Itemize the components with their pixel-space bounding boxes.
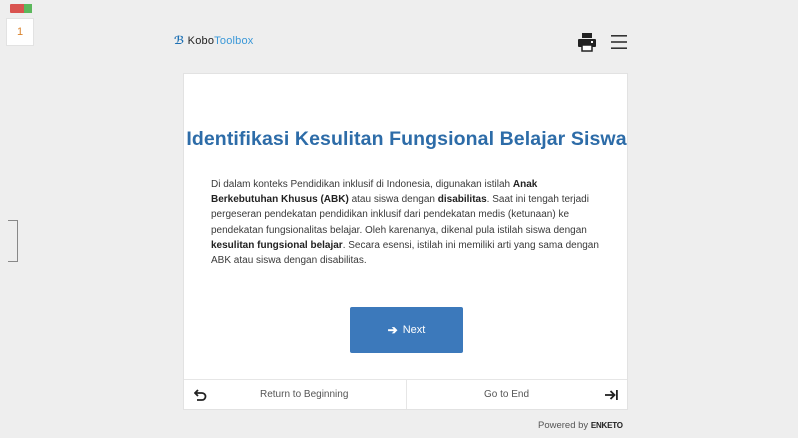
next-button[interactable]: ➔ Next: [350, 307, 463, 353]
printer-icon[interactable]: [576, 31, 598, 53]
status-flag: [10, 4, 32, 13]
kobotoolbox-logo: ℬ KoboToolbox: [174, 34, 254, 47]
logo-glyph: ℬ: [174, 35, 185, 47]
arrow-to-end-icon[interactable]: [604, 389, 618, 401]
arrow-right-icon: ➔: [387, 323, 398, 337]
side-bracket: [8, 220, 18, 262]
enketo-brand[interactable]: ENKETO: [591, 421, 623, 430]
powered-by-label: Powered by: [538, 420, 589, 431]
intro-paragraph: Di dalam konteks Pendidikan inklusif di …: [211, 177, 606, 268]
form-card: Identifikasi Kesulitan Fungsional Belaja…: [183, 73, 628, 410]
next-button-label: Next: [402, 324, 426, 336]
status-flag-check: [24, 4, 32, 13]
return-arrow-icon[interactable]: [194, 389, 207, 401]
footer-divider: [406, 380, 407, 409]
logo-toolbox-text: Toolbox: [214, 35, 254, 47]
logo-kobo-text: Kobo: [187, 35, 215, 47]
go-to-end-link[interactable]: Go to End: [484, 389, 529, 400]
return-to-beginning-link[interactable]: Return to Beginning: [260, 389, 348, 400]
paragraph-text: Di dalam konteks Pendidikan inklusif di …: [211, 179, 513, 190]
hamburger-menu-icon[interactable]: [609, 32, 629, 52]
form-title: Identifikasi Kesulitan Fungsional Belaja…: [186, 128, 627, 150]
form-header: ℬ KoboToolbox: [174, 24, 630, 64]
navigation-footer: Return to Beginning Go to End: [184, 379, 627, 409]
powered-by-footer: Powered by ENKETO: [538, 420, 623, 431]
page: 1 ℬ KoboToolbox Identifikasi Kesulitan F…: [0, 0, 798, 438]
page-number-badge: 1: [6, 18, 34, 46]
paragraph-text: atau siswa dengan: [348, 194, 438, 206]
paragraph-bold-term: kesulitan fungsional belajar: [211, 239, 343, 251]
paragraph-bold-term: disabilitas: [437, 194, 487, 206]
